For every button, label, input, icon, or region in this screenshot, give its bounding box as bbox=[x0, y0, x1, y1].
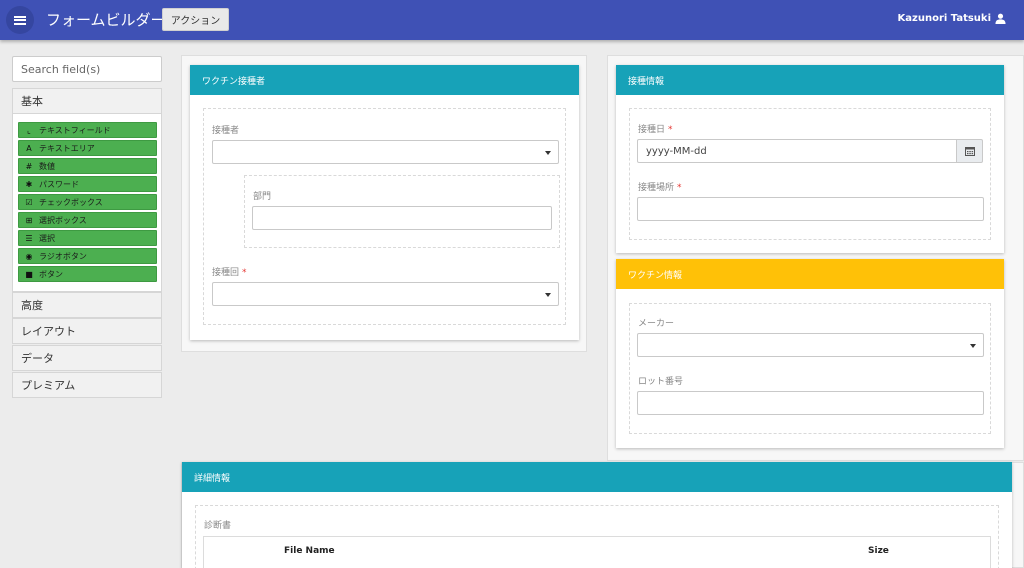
required-marker: * bbox=[677, 183, 682, 193]
dose-select[interactable] bbox=[212, 282, 559, 306]
vaccine-panel: ワクチン情報 メーカー ロット番号 bbox=[616, 259, 1004, 448]
required-marker: * bbox=[242, 268, 247, 278]
vaccination-panel-title: 接種情報 bbox=[616, 65, 1004, 95]
details-panel-title: 詳細情報 bbox=[182, 462, 1012, 492]
field-button[interactable]: ■ ボタン bbox=[18, 266, 157, 282]
certificate-label: 診断書 bbox=[204, 521, 232, 531]
maker-select[interactable] bbox=[637, 333, 984, 357]
basic-fields-list: ⌞ テキストフィールド A テキストエリア # 数値 ✱ パスワード ☑ チェックボックス… bbox=[12, 114, 162, 292]
field-label: チェックボックス bbox=[39, 197, 103, 207]
group-advanced-header[interactable]: 高度 bbox=[12, 292, 162, 318]
vaccine-fields-area: メーカー ロット番号 bbox=[629, 303, 991, 434]
place-input[interactable] bbox=[637, 197, 984, 221]
field-label: テキストエリア bbox=[39, 143, 95, 153]
search-fields-input[interactable] bbox=[12, 56, 162, 82]
field-label: ボタン bbox=[39, 269, 63, 279]
details-fields-area: 診断書 File Name Size bbox=[195, 505, 999, 568]
action-button[interactable]: アクション bbox=[162, 8, 229, 31]
lot-label: ロット番号 bbox=[638, 377, 684, 387]
text-area-icon: A bbox=[26, 143, 32, 153]
radio-icon: ◉ bbox=[25, 251, 33, 261]
field-select[interactable]: ☰ 選択 bbox=[18, 230, 157, 246]
file-table: File Name Size bbox=[203, 536, 991, 568]
asterisk-icon: ✱ bbox=[25, 179, 33, 189]
required-marker: * bbox=[668, 125, 673, 135]
group-premium-header[interactable]: プレミアム bbox=[12, 372, 162, 398]
list-icon: ☰ bbox=[25, 233, 33, 243]
group-layout-header[interactable]: レイアウト bbox=[12, 318, 162, 344]
field-label: 選択ボックス bbox=[39, 215, 87, 225]
vaccinee-fields-area: 接種者 部門 接種回 * bbox=[203, 108, 566, 325]
text-field-icon: ⌞ bbox=[27, 125, 31, 135]
field-label: ラジオボタン bbox=[39, 251, 87, 261]
column-header-file-name: File Name bbox=[284, 546, 335, 556]
vaccination-fields-area: 接種日 * yyyy-MM-dd 接種場所 * bbox=[629, 108, 991, 240]
field-password[interactable]: ✱ パスワード bbox=[18, 176, 157, 192]
field-label: テキストフィールド bbox=[39, 125, 111, 135]
details-panel: 詳細情報 診断書 File Name Size bbox=[182, 462, 1012, 568]
maker-label: メーカー bbox=[638, 319, 675, 329]
department-container: 部門 bbox=[244, 175, 560, 248]
vaccination-panel: 接種情報 接種日 * yyyy-MM-dd 接種場所 * bbox=[616, 65, 1004, 253]
group-basic-header[interactable]: 基本 bbox=[12, 88, 162, 114]
chevron-down-icon bbox=[545, 293, 551, 297]
dose-label: 接種回 * bbox=[212, 265, 247, 278]
column-header-size: Size bbox=[868, 546, 889, 556]
top-app-bar: フォームビルダー アクション Kazunori Tatsuki bbox=[0, 0, 1024, 40]
checkbox-icon: ☑ bbox=[25, 197, 33, 207]
user-name: Kazunori Tatsuki bbox=[897, 13, 991, 24]
hamburger-menu-button[interactable] bbox=[6, 6, 34, 34]
department-input[interactable] bbox=[252, 206, 552, 230]
date-label-text: 接種日 bbox=[638, 125, 666, 135]
field-radio[interactable]: ◉ ラジオボタン bbox=[18, 248, 157, 264]
field-label: 選択 bbox=[39, 233, 55, 243]
user-menu[interactable]: Kazunori Tatsuki bbox=[898, 13, 1006, 24]
field-checkbox[interactable]: ☑ チェックボックス bbox=[18, 194, 157, 210]
field-label: 数値 bbox=[39, 161, 55, 171]
place-label: 接種場所 * bbox=[638, 180, 682, 193]
field-selectboxes[interactable]: ⊞ 選択ボックス bbox=[18, 212, 157, 228]
chevron-down-icon bbox=[970, 344, 976, 348]
calendar-button[interactable] bbox=[956, 139, 983, 163]
place-label-text: 接種場所 bbox=[638, 183, 675, 193]
user-icon bbox=[995, 13, 1006, 24]
date-input[interactable]: yyyy-MM-dd bbox=[637, 139, 957, 163]
department-label: 部門 bbox=[253, 192, 272, 202]
lot-input[interactable] bbox=[637, 391, 984, 415]
vaccinee-panel: ワクチン接種者 接種者 部門 接種回 * bbox=[190, 65, 579, 340]
calendar-icon bbox=[964, 147, 975, 156]
vaccinee-panel-title: ワクチン接種者 bbox=[190, 65, 579, 95]
field-textarea[interactable]: A テキストエリア bbox=[18, 140, 157, 156]
vaccine-panel-title: ワクチン情報 bbox=[616, 259, 1004, 289]
field-number[interactable]: # 数値 bbox=[18, 158, 157, 174]
chevron-down-icon bbox=[545, 151, 551, 155]
dose-label-text: 接種回 bbox=[212, 268, 240, 278]
person-label: 接種者 bbox=[212, 126, 240, 136]
date-label: 接種日 * bbox=[638, 122, 673, 135]
person-select[interactable] bbox=[212, 140, 559, 164]
field-textfield[interactable]: ⌞ テキストフィールド bbox=[18, 122, 157, 138]
hash-icon: # bbox=[25, 161, 33, 171]
stop-icon: ■ bbox=[25, 269, 33, 279]
field-label: パスワード bbox=[39, 179, 79, 189]
group-data-header[interactable]: データ bbox=[12, 345, 162, 371]
app-title: フォームビルダー bbox=[46, 11, 166, 29]
menu-icon bbox=[14, 15, 26, 25]
plus-square-icon: ⊞ bbox=[25, 215, 33, 225]
